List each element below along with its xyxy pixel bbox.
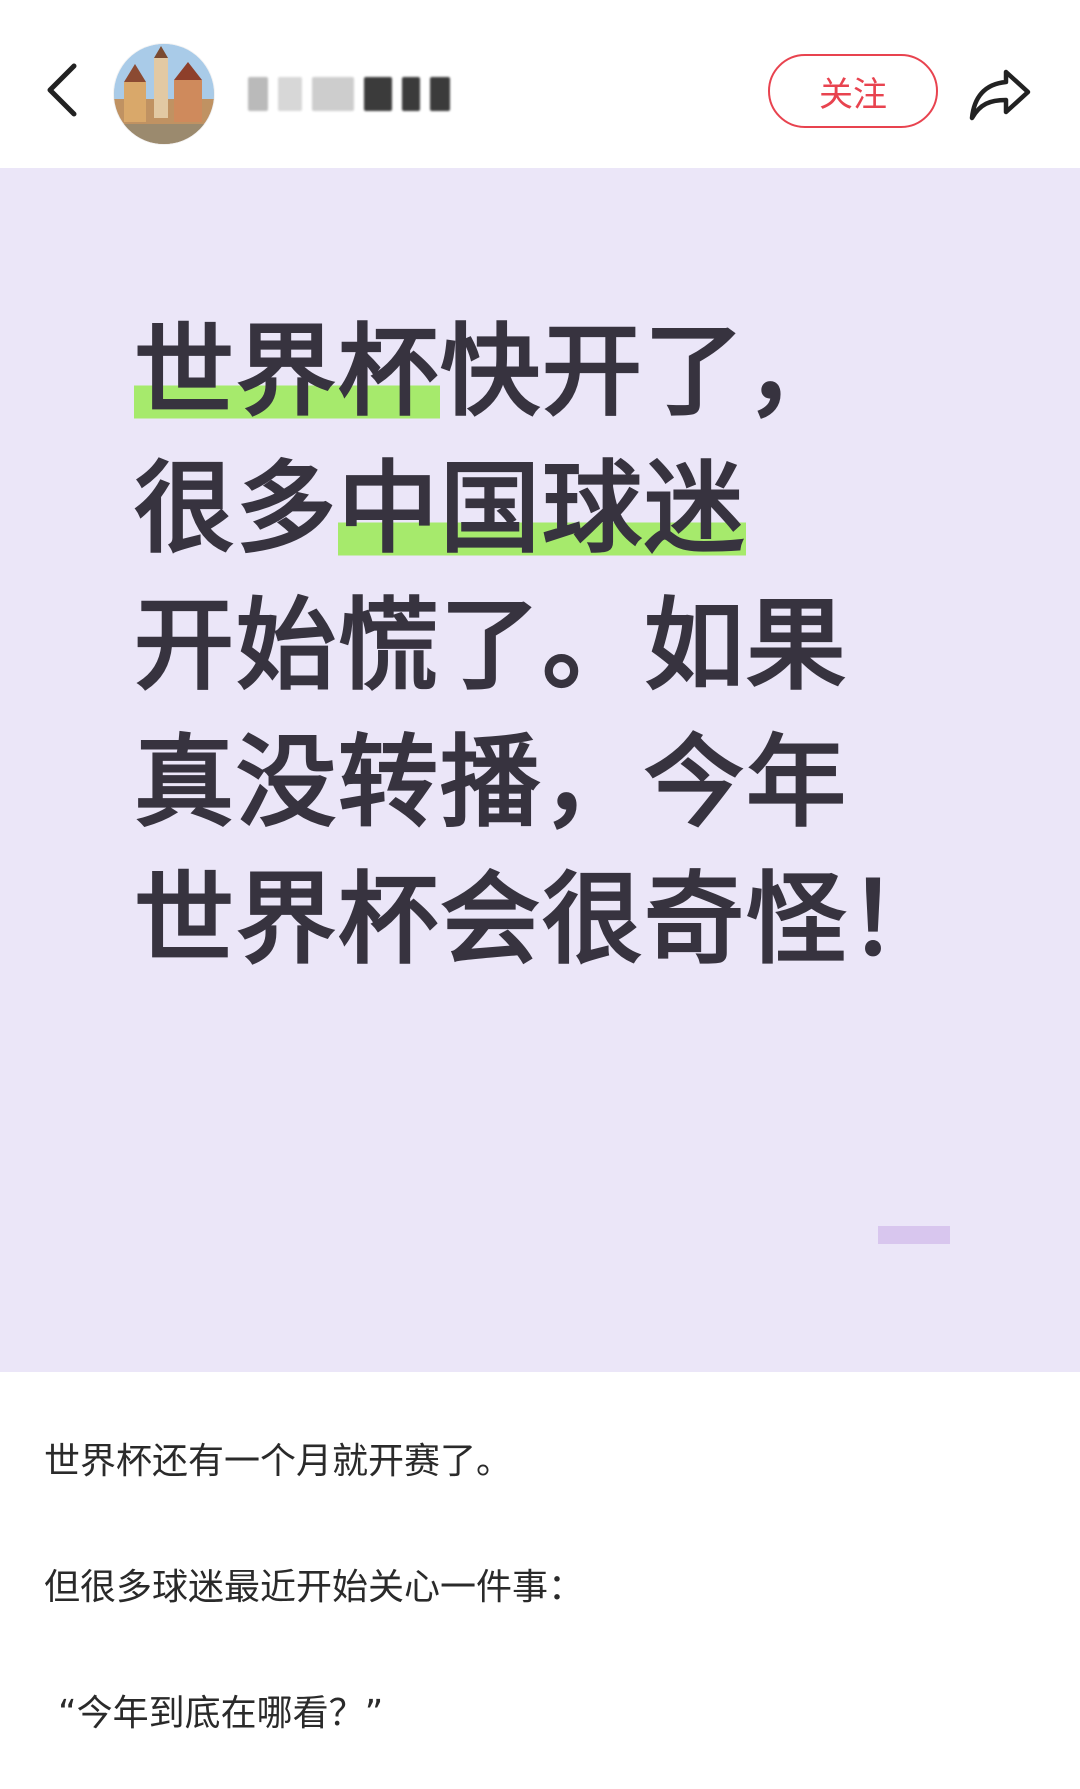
cover-card[interactable]: 世界杯快开了， 很多中国球迷 开始慌了。如果 真没转播，今年 世界杯会很奇怪！ — [0, 168, 1080, 1372]
cover-line: 世界杯会很奇怪！ — [134, 851, 954, 988]
avatar-image — [114, 44, 214, 144]
share-button[interactable] — [964, 58, 1036, 130]
cover-line: 开始慌了。如果 — [134, 577, 954, 714]
cover-line-highlight: 世界杯 — [134, 313, 440, 430]
avatar[interactable] — [114, 44, 214, 144]
cover-line-pre: 开始慌了。如果 — [134, 587, 848, 704]
cover-line-pre: 世界杯会很奇怪！ — [134, 861, 950, 978]
chevron-left-icon — [47, 63, 77, 117]
cover-line: 世界杯快开了， — [134, 303, 954, 440]
redacted-block — [312, 77, 354, 111]
post-header: 关注 — [0, 0, 1080, 168]
username-redacted — [248, 72, 450, 116]
body-paragraph: “今年到底在哪看？” — [58, 1693, 384, 1734]
cover-line-post: 快开了， — [440, 313, 848, 430]
cover-decoration-dash — [878, 1226, 950, 1244]
cover-line-pre: 很多 — [134, 450, 338, 567]
follow-button-label: 关注 — [819, 74, 887, 115]
share-arrow-icon — [969, 69, 1031, 121]
follow-button[interactable]: 关注 — [768, 54, 938, 128]
cover-line-pre: 真没转播，今年 — [134, 724, 848, 841]
cover-line-highlight: 中国球迷 — [338, 450, 746, 567]
redacted-block — [248, 77, 268, 111]
redacted-block — [364, 77, 392, 111]
cover-headline: 世界杯快开了， 很多中国球迷 开始慌了。如果 真没转播，今年 世界杯会很奇怪！ — [134, 303, 954, 988]
redacted-block — [430, 77, 450, 111]
back-button[interactable] — [38, 58, 86, 122]
body-paragraph: 但很多球迷最近开始关心一件事： — [44, 1567, 585, 1608]
cover-line: 真没转播，今年 — [134, 714, 954, 851]
body-paragraph: 世界杯还有一个月就开赛了。 — [44, 1441, 513, 1482]
cover-line: 很多中国球迷 — [134, 440, 954, 577]
redacted-block — [278, 77, 302, 111]
redacted-block — [402, 77, 420, 111]
